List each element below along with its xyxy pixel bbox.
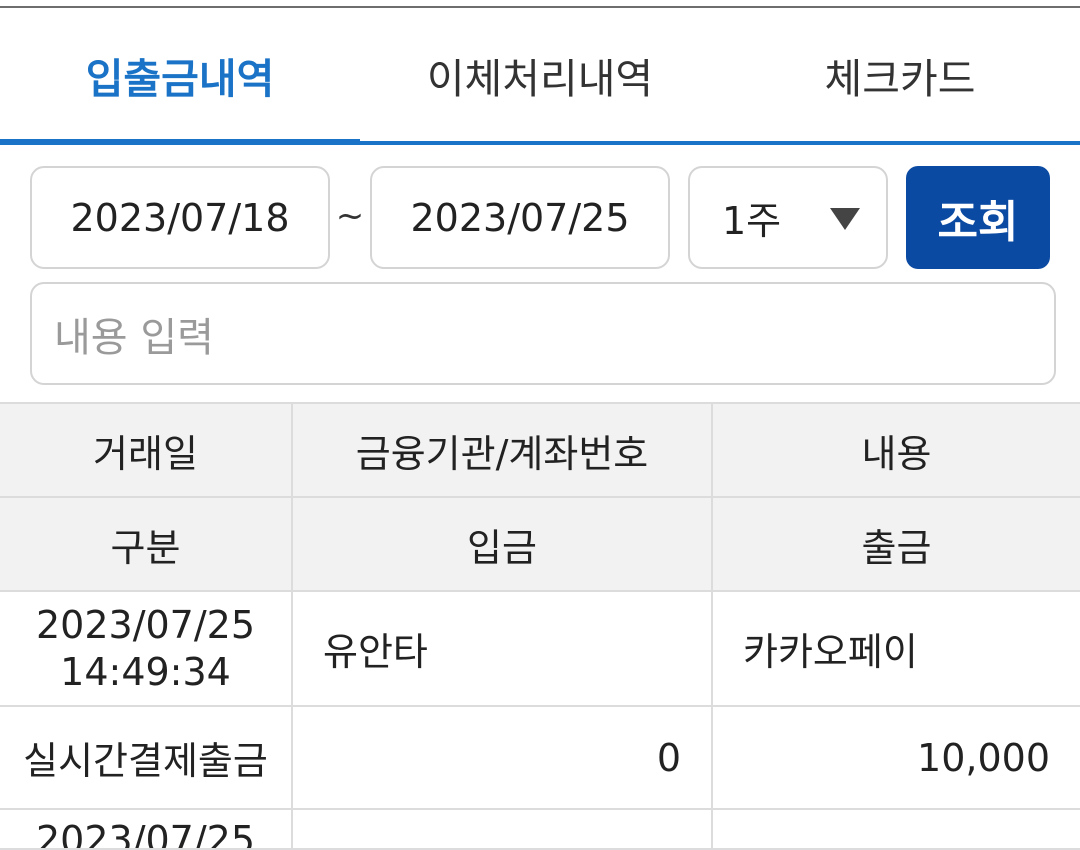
header-institution-account: 금융기관/계좌번호 bbox=[293, 404, 713, 496]
search-button-label: 조회 bbox=[937, 196, 1019, 248]
period-value: 1주 bbox=[722, 199, 782, 243]
institution-name: 유안타 bbox=[293, 592, 713, 705]
tab-label: 이체처리내역 bbox=[426, 54, 654, 103]
top-divider bbox=[0, 0, 1080, 8]
start-date-value: 2023/07/18 bbox=[70, 195, 290, 240]
start-date-field[interactable]: 2023/07/18 bbox=[30, 166, 330, 269]
transaction-date: 2023/07/25 bbox=[35, 818, 256, 850]
transaction-date: 2023/07/25 bbox=[35, 602, 256, 647]
header-withdrawal: 출금 bbox=[713, 498, 1080, 590]
transaction-table: 거래일 금융기관/계좌번호 내용 구분 입금 출금 2023/07/25 14:… bbox=[0, 402, 1080, 850]
table-row-partial[interactable]: 2023/07/25 bbox=[0, 810, 1080, 850]
active-tab-indicator bbox=[0, 139, 360, 145]
deposit-amount: 0 bbox=[293, 707, 713, 808]
header-content: 내용 bbox=[713, 404, 1080, 496]
end-date-value: 2023/07/25 bbox=[410, 195, 630, 240]
transaction-content: 카카오페이 bbox=[743, 630, 918, 674]
tab-bar: 입출금내역 이체처리내역 체크카드 bbox=[0, 8, 1080, 145]
table-header-row: 거래일 금융기관/계좌번호 내용 bbox=[0, 402, 1080, 498]
header-type: 구분 bbox=[0, 498, 293, 590]
tab-check-card[interactable]: 체크카드 bbox=[720, 8, 1080, 141]
institution-name bbox=[293, 810, 713, 848]
dropdown-arrow-icon bbox=[830, 208, 860, 230]
tab-label: 체크카드 bbox=[824, 54, 976, 103]
transaction-datetime: 2023/07/25 bbox=[0, 810, 293, 850]
transaction-type: 실시간결제출금 bbox=[0, 707, 293, 808]
header-transaction-date: 거래일 bbox=[0, 404, 293, 496]
search-button[interactable]: 조회 bbox=[906, 166, 1050, 269]
table-header-row: 구분 입금 출금 bbox=[0, 498, 1080, 592]
transaction-content bbox=[713, 810, 1080, 848]
transaction-datetime: 2023/07/25 14:49:34 bbox=[0, 592, 293, 705]
content-search-input[interactable]: 내용 입력 bbox=[30, 282, 1056, 385]
date-range-separator: ~ bbox=[335, 196, 365, 236]
table-row[interactable]: 2023/07/25 14:49:34 유안타 카카오페이 bbox=[0, 592, 1080, 707]
table-row[interactable]: 실시간결제출금 0 10,000 bbox=[0, 707, 1080, 810]
withdrawal-amount: 10,000 bbox=[917, 735, 1050, 780]
content-placeholder: 내용 입력 bbox=[54, 314, 214, 361]
tab-label: 입출금내역 bbox=[85, 54, 275, 103]
header-deposit: 입금 bbox=[293, 498, 713, 590]
transaction-time: 14:49:34 bbox=[60, 649, 231, 694]
tab-transfer-history[interactable]: 이체처리내역 bbox=[360, 8, 720, 141]
tab-deposit-withdrawal-history[interactable]: 입출금내역 bbox=[0, 8, 360, 141]
period-select[interactable]: 1주 bbox=[688, 166, 888, 269]
end-date-field[interactable]: 2023/07/25 bbox=[370, 166, 670, 269]
